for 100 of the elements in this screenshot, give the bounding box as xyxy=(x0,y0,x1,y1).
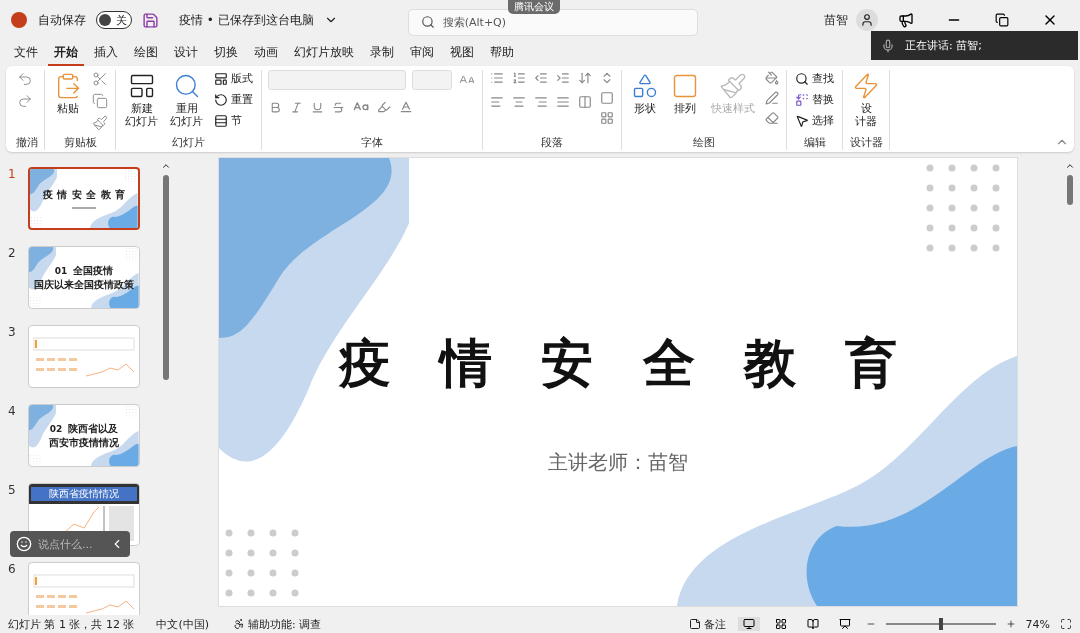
section-title: 全国疫情 xyxy=(73,263,114,278)
slide-thumbnail[interactable] xyxy=(28,562,140,615)
shapes-button[interactable]: 形状 xyxy=(628,70,662,118)
paintbrush-icon[interactable] xyxy=(91,114,109,132)
slide-thumbnail[interactable]: 01 全国疫情 国庆以来全国疫情政策 xyxy=(28,246,140,309)
autosave-toggle[interactable]: 关 xyxy=(96,11,132,29)
designer-button[interactable]: 设 计器 xyxy=(849,70,883,131)
dot-grid-drawing xyxy=(29,297,41,307)
scrollbar-thumb[interactable] xyxy=(1067,175,1073,205)
reset-button[interactable]: 重置 xyxy=(212,91,255,108)
menu-tab[interactable]: 动画 xyxy=(248,40,284,66)
pen-icon[interactable] xyxy=(764,90,780,106)
slide-number: 5 xyxy=(8,483,16,497)
group-label: 设计器 xyxy=(849,135,883,150)
indent-increase-icon[interactable] xyxy=(555,70,571,86)
group-label: 撤消 xyxy=(16,135,38,150)
microphone-icon xyxy=(881,38,895,53)
paste-button[interactable]: 粘贴 xyxy=(51,70,85,118)
slide-thumbnail[interactable]: 疫 情 安 全 教 育 xyxy=(28,167,140,230)
align-right-icon[interactable] xyxy=(533,94,549,110)
menu-tab[interactable]: 文件 xyxy=(8,40,44,66)
group-label: 剪贴板 xyxy=(62,135,98,150)
slide-number: 1 xyxy=(8,167,16,181)
app-logo-icon xyxy=(10,11,28,29)
align-text-icon[interactable] xyxy=(599,90,615,106)
section-button[interactable]: 节 xyxy=(212,112,255,129)
slide-number: 2 xyxy=(8,246,16,260)
language-label: 中文(中国) xyxy=(156,616,210,632)
replace-button[interactable]: 替换 xyxy=(793,91,836,108)
lightning-icon xyxy=(852,72,880,100)
menu-tab[interactable]: 审阅 xyxy=(404,40,440,66)
menu-tab[interactable]: 幻灯片放映 xyxy=(288,40,360,66)
smartart-icon[interactable] xyxy=(599,110,615,126)
section-title: 陕西省以及 xyxy=(68,421,119,436)
slide-number: 6 xyxy=(8,562,16,576)
find-button[interactable]: 查找 xyxy=(793,70,836,87)
notes-button[interactable]: 备注 xyxy=(686,615,728,633)
normal-view-icon[interactable] xyxy=(737,617,760,631)
undo-icon[interactable] xyxy=(16,70,34,88)
columns-icon[interactable] xyxy=(577,94,593,110)
slide-thumbnail[interactable] xyxy=(28,325,140,388)
slide-thumbnail[interactable]: 02 陕西省以及 西安市疫情情况 xyxy=(28,404,140,467)
accessibility-button[interactable]: 辅助功能: 调查 xyxy=(231,615,324,633)
arrange-button[interactable]: 排列 xyxy=(668,70,702,118)
group-label: 字体 xyxy=(360,135,384,150)
indent-decrease-icon[interactable] xyxy=(533,70,549,86)
wave-shape-drawing xyxy=(30,169,57,214)
paint-bucket-icon[interactable] xyxy=(764,70,780,86)
section-title: 西安市疫情情况 xyxy=(49,435,119,450)
section-number: 02 xyxy=(49,423,63,434)
menu-tab[interactable]: 绘图 xyxy=(128,40,164,66)
section-number: 01 xyxy=(54,265,68,276)
pointer-icon xyxy=(795,113,809,128)
numbered-list-icon[interactable] xyxy=(511,70,527,86)
replace-icon xyxy=(795,92,809,107)
eraser-icon[interactable] xyxy=(764,110,780,126)
user-name: 苗智 xyxy=(824,11,848,29)
menu-tab[interactable]: 切换 xyxy=(208,40,244,66)
font-size-field[interactable] xyxy=(412,70,452,90)
subtitle-line xyxy=(72,207,96,209)
section-icon xyxy=(214,113,228,128)
scroll-up-icon[interactable] xyxy=(161,161,171,171)
slide-number: 3 xyxy=(8,325,16,339)
align-center-icon[interactable] xyxy=(511,94,527,110)
bullet-list-icon[interactable] xyxy=(489,70,505,86)
search-icon xyxy=(420,15,435,29)
header-title: 陕西省疫情情况 xyxy=(31,487,137,501)
layout-icon xyxy=(214,71,228,86)
font-color-icon[interactable] xyxy=(398,99,414,115)
meeting-badge: 腾讯会议 xyxy=(508,0,560,14)
scissors-icon[interactable] xyxy=(91,70,109,88)
new-slide-button[interactable]: 新建 幻灯片 xyxy=(122,70,161,131)
font-name-field[interactable] xyxy=(268,70,406,90)
zoom-in-icon[interactable] xyxy=(1005,619,1016,629)
slide-title: 疫 情 安 全 教 育 xyxy=(42,188,126,202)
scroll-up-icon[interactable] xyxy=(1065,161,1075,171)
highlighter-icon[interactable] xyxy=(376,99,392,115)
menu-tab[interactable]: 设计 xyxy=(168,40,204,66)
avatar-icon[interactable] xyxy=(856,9,878,31)
scrollbar-thumb[interactable] xyxy=(163,175,169,380)
copy-icon[interactable] xyxy=(91,92,109,110)
speaking-text: 正在讲话: 苗智; xyxy=(905,38,982,53)
chat-toast[interactable]: 说点什么... xyxy=(10,531,130,557)
fit-icon[interactable] xyxy=(1060,618,1072,630)
align-left-icon[interactable] xyxy=(489,94,505,110)
save-icon[interactable] xyxy=(142,11,159,29)
reuse-slides-button[interactable]: 重用 幻灯片 xyxy=(167,70,206,131)
dot-grid-drawing xyxy=(126,405,138,419)
line-spacing-icon[interactable] xyxy=(577,70,593,86)
menu-tab[interactable]: 录制 xyxy=(364,40,400,66)
layout-button[interactable]: 版式 xyxy=(212,70,255,87)
redo-icon[interactable] xyxy=(16,92,34,110)
justify-icon[interactable] xyxy=(555,94,571,110)
zoom-thumb[interactable] xyxy=(938,618,943,630)
select-button[interactable]: 选择 xyxy=(793,112,836,129)
menu-tab[interactable]: 帮助 xyxy=(484,40,520,66)
autosave-label: 自动保存 xyxy=(38,11,86,29)
menu-tab[interactable]: 插入 xyxy=(88,40,124,66)
menu-tab[interactable]: 视图 xyxy=(444,40,480,66)
reset-icon xyxy=(214,92,228,107)
